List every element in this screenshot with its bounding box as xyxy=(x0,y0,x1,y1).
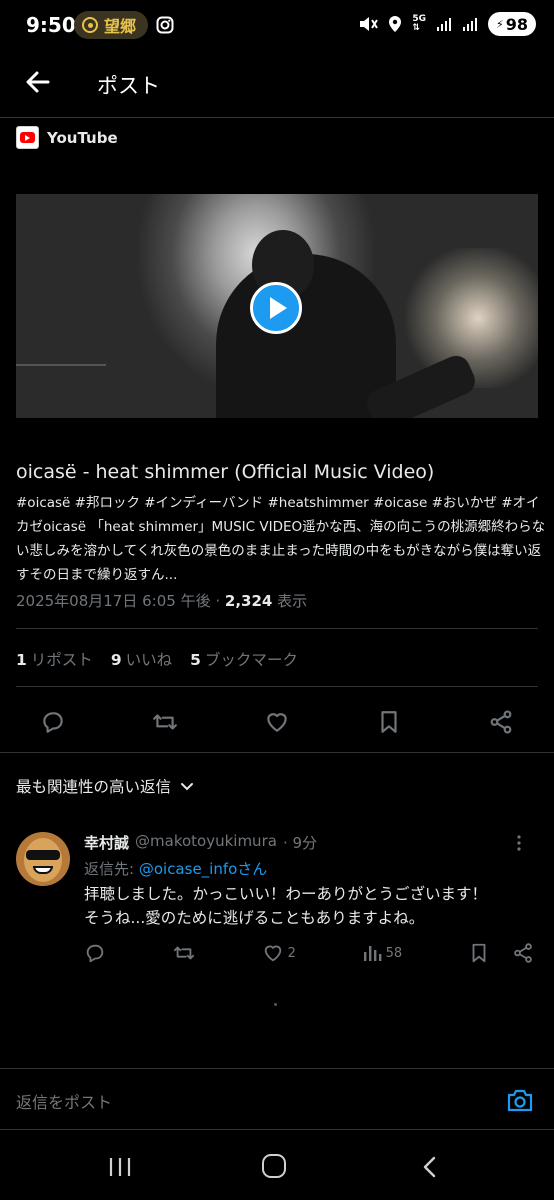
link-card-source[interactable]: YouTube xyxy=(16,126,118,149)
post-meta: 2025年08月17日 6:05 午後 · 2,324 表示 xyxy=(16,590,307,611)
drum-kit xyxy=(16,364,106,418)
chevron-down-icon xyxy=(181,783,194,791)
like-icon xyxy=(264,945,281,962)
divider xyxy=(16,686,538,687)
repost-icon xyxy=(173,946,194,960)
loading-dot xyxy=(274,1003,277,1006)
header: ポスト xyxy=(0,52,554,118)
reply-action-bar: 2 58 xyxy=(84,942,534,964)
reply-author-name[interactable]: 幸村誠 xyxy=(84,832,129,853)
bookmarks-stat[interactable]: 5 ブックマーク xyxy=(190,648,298,670)
share-icon[interactable] xyxy=(512,942,534,964)
reply-icon xyxy=(86,944,104,963)
reply-composer xyxy=(0,1068,554,1130)
reply-like-button[interactable]: 2 xyxy=(262,942,296,964)
reply-sort-dropdown[interactable]: 最も関連性の高い返信 xyxy=(16,775,195,797)
reply-repost-button[interactable] xyxy=(172,942,196,964)
engagement-stats: 1 リポスト 9 いいね 5 ブックマーク xyxy=(16,648,298,670)
page-title: ポスト xyxy=(97,74,160,98)
nav-back-button[interactable] xyxy=(422,1156,438,1178)
reply-author-handle[interactable]: @makotoyukimura xyxy=(135,832,277,853)
chevron-left-icon xyxy=(423,1156,436,1178)
like-icon[interactable] xyxy=(264,709,290,735)
reposts-stat[interactable]: 1 リポスト xyxy=(16,648,93,670)
recents-icon xyxy=(109,1158,131,1176)
reply-time: · 9分 xyxy=(282,834,318,852)
reply-to-link[interactable]: @oicase_infoさん xyxy=(139,860,267,878)
reply-reply-button[interactable] xyxy=(84,942,106,964)
notification-label: 望郷 xyxy=(104,17,137,36)
post-timestamp: 2025年08月17日 6:05 午後 xyxy=(16,592,211,610)
avatar[interactable] xyxy=(16,832,70,886)
bookmark-icon xyxy=(472,943,486,963)
camera-icon xyxy=(507,1089,533,1112)
share-icon[interactable] xyxy=(488,709,514,735)
video-title[interactable]: oicasë - heat shimmer (Official Music Vi… xyxy=(16,461,546,483)
reply-text: 拝聴しました。かっこいい！わーありがとうございます！ そうね...愛のために逃げ… xyxy=(84,885,488,927)
reply-bookmark-button[interactable] xyxy=(468,942,534,964)
post-action-bar xyxy=(16,698,538,746)
notification-chip: 望郷 xyxy=(74,11,148,39)
reply-header: 幸村誠 @makotoyukimura · 9分 xyxy=(84,832,317,853)
system-nav-bar xyxy=(0,1132,554,1200)
system-icons: 5G ⇅ ⚡ 98 xyxy=(358,12,536,36)
location-icon xyxy=(389,16,402,32)
mute-icon xyxy=(360,17,379,31)
likes-stat[interactable]: 9 いいね xyxy=(111,648,172,670)
instagram-icon xyxy=(156,16,174,34)
status-bar: 9:50 望郷 5G ⇅ ⚡ 98 xyxy=(0,0,554,52)
home-button[interactable] xyxy=(262,1154,286,1178)
divider xyxy=(16,628,538,629)
signal-icon-2 xyxy=(463,18,477,31)
reply-input[interactable] xyxy=(16,1093,466,1112)
signal-icon xyxy=(437,18,451,31)
play-button[interactable] xyxy=(250,282,302,334)
view-count: 2,324 xyxy=(224,592,273,610)
reply-icon[interactable] xyxy=(40,709,66,735)
recent-apps-button[interactable] xyxy=(108,1156,132,1178)
divider xyxy=(0,752,554,753)
back-button[interactable] xyxy=(22,66,54,98)
source-name: YouTube xyxy=(47,128,118,147)
reply-view-count: 58 xyxy=(385,945,403,961)
network-5g: 5G ⇅ xyxy=(412,14,426,33)
status-time: 9:50 xyxy=(26,13,76,37)
reply-views-button[interactable]: 58 xyxy=(362,943,403,963)
target-icon xyxy=(82,17,98,33)
meta-separator: · xyxy=(215,592,221,610)
repost-icon[interactable] xyxy=(152,709,178,735)
camera-button[interactable] xyxy=(506,1087,534,1113)
youtube-icon xyxy=(16,126,39,149)
video-description: #oicasë #邦ロック #インディーバンド #heatshimmer #oi… xyxy=(16,495,546,583)
view-label: 表示 xyxy=(277,592,308,610)
bookmark-icon[interactable] xyxy=(376,709,402,735)
analytics-icon xyxy=(363,946,382,961)
reply-to: 返信先: @oicase_infoさん xyxy=(84,860,268,878)
more-options-icon[interactable] xyxy=(516,834,522,852)
reply-like-count: 2 xyxy=(287,945,296,961)
battery-indicator: ⚡ 98 xyxy=(488,12,536,36)
sort-label: 最も関連性の高い返信 xyxy=(16,778,172,796)
arrow-left-icon xyxy=(26,71,50,93)
